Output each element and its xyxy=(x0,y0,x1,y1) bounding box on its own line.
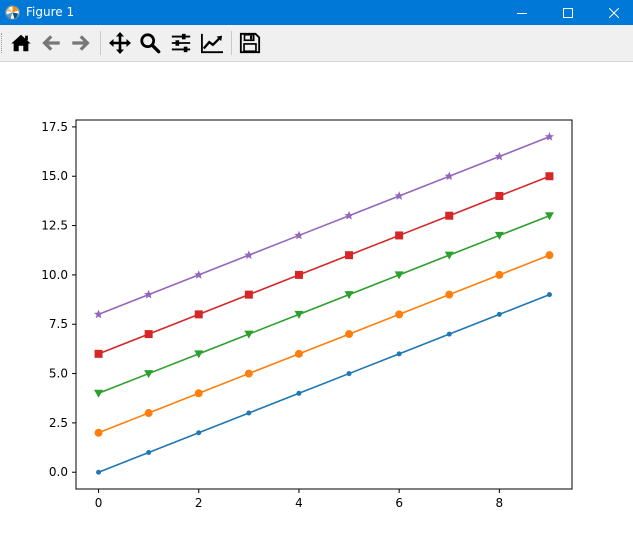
y-tick-label-1: 2.5 xyxy=(49,416,68,430)
data-point-4-3 xyxy=(244,250,254,260)
data-point-4-5 xyxy=(344,210,354,220)
save-button[interactable] xyxy=(237,30,263,56)
move-icon xyxy=(109,32,131,54)
data-point-3-9 xyxy=(545,172,554,181)
x-tick-label-0: 0 xyxy=(95,496,103,510)
series-line-0 xyxy=(98,293,550,473)
data-point-0-2 xyxy=(196,430,202,436)
data-point-3-7 xyxy=(445,211,454,220)
data-point-4-2 xyxy=(194,270,204,279)
x-tick-label-4: 8 xyxy=(496,496,504,510)
x-tick-label-2: 4 xyxy=(295,496,303,510)
data-point-3-2 xyxy=(194,310,203,319)
series-line-2 xyxy=(98,214,550,395)
data-point-0-0 xyxy=(96,469,102,475)
y-tick-label-6: 15.0 xyxy=(41,169,68,183)
data-point-2-0 xyxy=(94,389,104,398)
matplotlib-logo-icon xyxy=(5,5,20,20)
data-point-1-1 xyxy=(144,409,153,418)
line-chart[interactable]: 0 2 4 6 8 0.0 2.5 5.0 7.5 10.0 12.5 15.0 17.5 xyxy=(0,62,633,539)
data-point-4-8 xyxy=(494,151,504,161)
y-tick-label-5: 12.5 xyxy=(41,219,68,233)
data-point-1-8 xyxy=(495,270,504,279)
data-point-3-8 xyxy=(495,191,504,200)
y-tick-label-3: 7.5 xyxy=(49,317,68,331)
data-point-0-5 xyxy=(346,371,352,377)
figure-canvas[interactable]: 0 2 4 6 8 0.0 2.5 5.0 7.5 10.0 12.5 15.0 17.5 xyxy=(0,62,633,539)
data-point-4-6 xyxy=(394,191,404,200)
series-line-1 xyxy=(98,254,550,434)
home-button[interactable] xyxy=(8,30,34,56)
forward-arrow-icon xyxy=(72,35,90,51)
data-point-3-4 xyxy=(294,270,303,279)
forward-button[interactable] xyxy=(68,30,94,56)
data-point-1-0 xyxy=(94,428,103,437)
data-point-0-9 xyxy=(546,292,552,298)
data-point-4-4 xyxy=(294,230,304,240)
series-line-3 xyxy=(98,175,550,355)
data-point-3-5 xyxy=(345,251,354,260)
y-tick-label-4: 10.0 xyxy=(41,268,68,282)
title-bar: Figure 1 xyxy=(0,0,633,25)
data-point-3-1 xyxy=(144,330,153,339)
series-layer xyxy=(93,131,555,475)
magnifier-icon xyxy=(140,33,161,54)
data-point-1-7 xyxy=(445,290,454,299)
navigation-toolbar xyxy=(0,25,633,62)
toolbar-separator xyxy=(231,31,232,55)
sliders-icon xyxy=(171,33,191,53)
data-point-0-4 xyxy=(296,390,302,396)
data-point-1-4 xyxy=(294,349,303,358)
maximize-icon xyxy=(563,7,573,18)
toolbar-grip[interactable] xyxy=(1,33,4,53)
data-point-4-1 xyxy=(144,289,154,299)
pan-button[interactable] xyxy=(107,30,133,56)
window-title: Figure 1 xyxy=(26,5,75,19)
minimize-icon xyxy=(517,12,527,14)
y-tick-label-7: 17.5 xyxy=(41,120,68,134)
data-point-3-3 xyxy=(244,290,253,299)
home-icon xyxy=(11,34,31,52)
data-point-1-2 xyxy=(194,389,203,398)
data-point-3-0 xyxy=(94,349,103,358)
x-tick-label-1: 2 xyxy=(195,496,203,510)
line-chart-icon xyxy=(201,33,223,54)
toolbar-separator xyxy=(100,31,101,55)
edit-axis-button[interactable] xyxy=(199,30,225,56)
y-tick-label-2: 5.0 xyxy=(49,367,68,381)
back-button[interactable] xyxy=(38,30,64,56)
data-point-4-9 xyxy=(544,131,555,141)
data-point-1-3 xyxy=(244,369,253,378)
data-point-0-6 xyxy=(396,351,402,357)
data-point-4-0 xyxy=(93,309,104,319)
back-arrow-icon xyxy=(42,35,60,51)
y-tick-label-0: 0.0 xyxy=(49,465,68,479)
close-button[interactable] xyxy=(591,0,633,25)
data-point-0-1 xyxy=(146,449,152,455)
data-point-0-8 xyxy=(496,311,502,317)
data-point-4-7 xyxy=(444,171,454,181)
minimize-button[interactable] xyxy=(499,0,545,25)
maximize-button[interactable] xyxy=(545,0,591,25)
tick-layer: 0 2 4 6 8 0.0 2.5 5.0 7.5 10.0 12.5 15.0 17.5 xyxy=(41,120,503,510)
zoom-button[interactable] xyxy=(137,30,163,56)
data-point-1-6 xyxy=(395,310,404,319)
x-tick-label-3: 6 xyxy=(395,496,403,510)
data-point-0-7 xyxy=(446,331,452,337)
floppy-disk-icon xyxy=(239,32,261,54)
data-point-3-6 xyxy=(395,231,404,240)
data-point-1-5 xyxy=(345,330,354,339)
subplots-button[interactable] xyxy=(168,30,194,56)
close-icon xyxy=(609,7,619,18)
data-point-0-3 xyxy=(246,410,252,416)
series-line-4 xyxy=(98,136,550,316)
data-point-1-9 xyxy=(545,251,554,260)
